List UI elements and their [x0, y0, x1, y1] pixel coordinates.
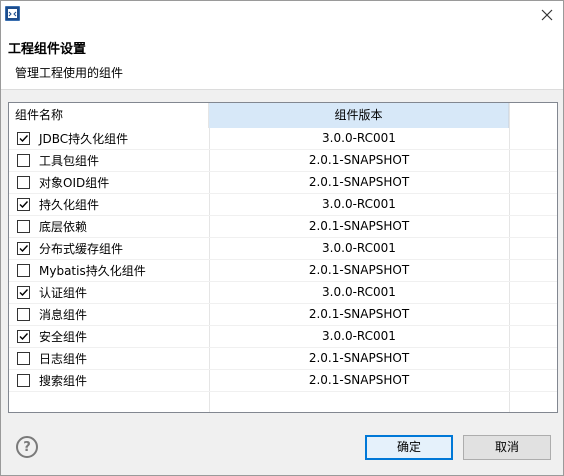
component-name: 对象OID组件	[39, 176, 110, 190]
component-name-cell: 消息组件	[9, 304, 209, 325]
component-name: 安全组件	[39, 330, 88, 344]
component-version: 2.0.1-SNAPSHOT	[308, 153, 410, 167]
component-version: 3.0.0-RC001	[322, 329, 396, 343]
component-name: 分布式缓存组件	[39, 242, 124, 256]
component-checkbox[interactable]	[17, 242, 30, 255]
app-icon	[5, 6, 20, 21]
header-component-version[interactable]: 组件版本	[209, 103, 509, 128]
component-checkbox[interactable]	[17, 330, 30, 343]
component-version: 2.0.1-SNAPSHOT	[308, 219, 410, 233]
component-name: 工具包组件	[39, 154, 100, 168]
component-checkbox[interactable]	[17, 308, 30, 321]
component-checkbox[interactable]	[17, 198, 30, 211]
component-checkbox[interactable]	[17, 264, 30, 277]
table-row[interactable]: Mybatis持久化组件 2.0.1-SNAPSHOT	[9, 260, 557, 282]
component-checkbox[interactable]	[17, 154, 30, 167]
component-name-cell: Mybatis持久化组件	[9, 260, 209, 281]
component-version: 2.0.1-SNAPSHOT	[308, 351, 410, 365]
table-row[interactable]: 底层依赖 2.0.1-SNAPSHOT	[9, 216, 557, 238]
title-bar	[1, 1, 563, 29]
component-version: 2.0.1-SNAPSHOT	[308, 307, 410, 321]
component-name: Mybatis持久化组件	[39, 264, 146, 278]
dialog-header: 工程组件设置 管理工程使用的组件	[1, 29, 563, 90]
checkmark-icon	[19, 333, 29, 341]
component-name-cell: 安全组件	[9, 326, 209, 347]
component-name-cell: JDBC持久化组件	[9, 128, 209, 149]
component-name-cell: 底层依赖	[9, 216, 209, 237]
component-name: 搜索组件	[39, 374, 88, 388]
component-name: 消息组件	[39, 308, 88, 322]
help-icon: ?	[23, 439, 31, 455]
component-version: 2.0.1-SNAPSHOT	[308, 373, 410, 387]
checkmark-icon	[19, 135, 29, 143]
component-checkbox[interactable]	[17, 352, 30, 365]
table-row[interactable]: 持久化组件 3.0.0-RC001	[9, 194, 557, 216]
checkmark-icon	[19, 201, 29, 209]
component-checkbox[interactable]	[17, 220, 30, 233]
table-row[interactable]: 日志组件 2.0.1-SNAPSHOT	[9, 348, 557, 370]
table-row[interactable]: 工具包组件 2.0.1-SNAPSHOT	[9, 150, 557, 172]
component-version: 2.0.1-SNAPSHOT	[308, 175, 410, 189]
component-table: 组件名称 组件版本 JDBC持久化组件 3.0.0-RC001 工具包组件 2.0.1…	[8, 102, 558, 413]
table-row[interactable]: 分布式缓存组件 3.0.0-RC001	[9, 238, 557, 260]
table-row[interactable]: 安全组件 3.0.0-RC001	[9, 326, 557, 348]
table-header: 组件名称 组件版本	[9, 103, 557, 128]
component-version: 3.0.0-RC001	[322, 241, 396, 255]
table-row[interactable]: 对象OID组件 2.0.1-SNAPSHOT	[9, 172, 557, 194]
component-version: 3.0.0-RC001	[322, 131, 396, 145]
component-name: 认证组件	[39, 286, 88, 300]
help-button[interactable]: ?	[16, 436, 38, 458]
component-name-cell: 日志组件	[9, 348, 209, 369]
checkmark-icon	[19, 289, 29, 297]
component-checkbox[interactable]	[17, 374, 30, 387]
component-checkbox[interactable]	[17, 286, 30, 299]
component-version: 3.0.0-RC001	[322, 197, 396, 211]
checkmark-icon	[19, 245, 29, 253]
component-name: 日志组件	[39, 352, 88, 366]
table-row[interactable]: 认证组件 3.0.0-RC001	[9, 282, 557, 304]
header-component-name[interactable]: 组件名称	[9, 103, 209, 128]
dialog-window: 工程组件设置 管理工程使用的组件 组件名称 组件版本 JDBC持久化组件 3.0.…	[0, 0, 564, 476]
component-name-cell: 对象OID组件	[9, 172, 209, 193]
component-name-cell: 工具包组件	[9, 150, 209, 171]
component-version: 2.0.1-SNAPSHOT	[308, 263, 410, 277]
table-row[interactable]: 搜索组件 2.0.1-SNAPSHOT	[9, 370, 557, 392]
component-name-cell: 搜索组件	[9, 370, 209, 391]
component-checkbox[interactable]	[17, 176, 30, 189]
component-name-cell: 分布式缓存组件	[9, 238, 209, 259]
dialog-subtitle: 管理工程使用的组件	[15, 66, 124, 80]
close-button[interactable]	[533, 1, 561, 29]
component-name: 持久化组件	[39, 198, 100, 212]
component-version: 3.0.0-RC001	[322, 285, 396, 299]
dialog-title: 工程组件设置	[8, 42, 87, 57]
component-checkbox[interactable]	[17, 132, 30, 145]
component-name: JDBC持久化组件	[39, 132, 129, 146]
table-row[interactable]: 消息组件 2.0.1-SNAPSHOT	[9, 304, 557, 326]
ok-button[interactable]: 确定	[365, 435, 453, 460]
close-icon	[541, 9, 553, 21]
cancel-button[interactable]: 取消	[463, 435, 551, 460]
component-name-cell: 持久化组件	[9, 194, 209, 215]
table-body: JDBC持久化组件 3.0.0-RC001 工具包组件 2.0.1-SNAPSHOT 对…	[9, 128, 557, 392]
component-name-cell: 认证组件	[9, 282, 209, 303]
table-row[interactable]: JDBC持久化组件 3.0.0-RC001	[9, 128, 557, 150]
component-name: 底层依赖	[39, 220, 88, 234]
